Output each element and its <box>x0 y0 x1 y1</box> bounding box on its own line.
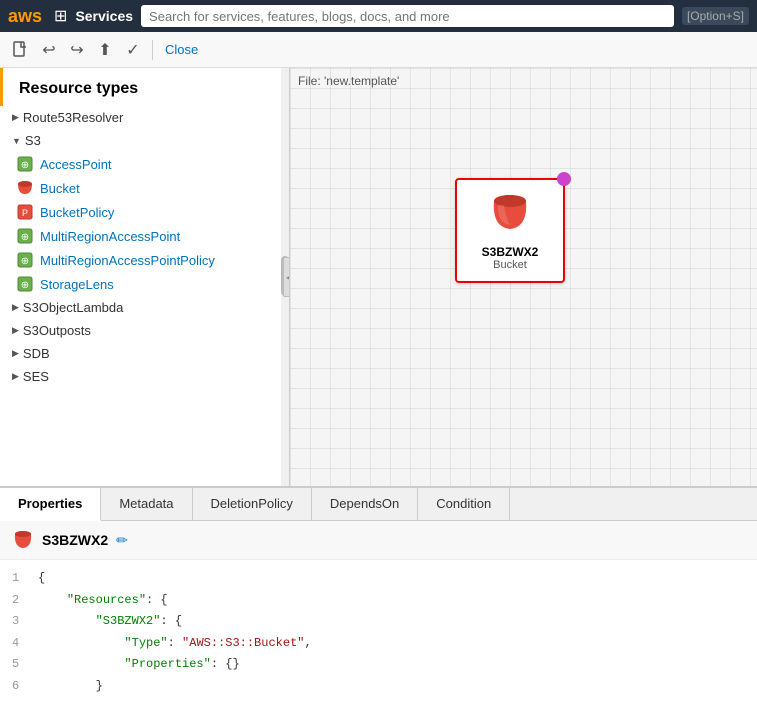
redo-icon[interactable]: ↪ <box>66 39 88 61</box>
bottom-panel: Properties Metadata DeletionPolicy Depen… <box>0 486 757 701</box>
resource-icon: ⊕ <box>16 155 34 173</box>
sidebar-group-label: SDB <box>23 346 50 361</box>
sidebar-item-accesspoint[interactable]: ⊕ AccessPoint <box>0 152 289 176</box>
sidebar-item-storagelens[interactable]: ⊕ StorageLens <box>0 272 289 296</box>
expand-icon: ▶ <box>12 302 19 313</box>
resource-header: S3BZWX2 ✏ <box>0 521 757 560</box>
sidebar-group-ses[interactable]: ▶ SES <box>0 365 289 388</box>
code-line-3: 3 "S3BZWX2": { <box>12 611 745 633</box>
sidebar-group-label: SES <box>23 369 49 384</box>
panel-content: S3BZWX2 ✏ 1 { 2 "Resources": { 3 "S3BZWX… <box>0 521 757 701</box>
item-label: BucketPolicy <box>40 205 114 220</box>
item-label: AccessPoint <box>40 157 112 172</box>
item-label: MultiRegionAccessPoint <box>40 229 180 244</box>
node-name: S3BZWX2 <box>482 245 539 259</box>
svg-text:⊕: ⊕ <box>21 280 29 291</box>
search-shortcut: [Option+S] <box>682 7 749 25</box>
edit-icon[interactable]: ✏ <box>116 532 128 549</box>
tabs-bar: Properties Metadata DeletionPolicy Depen… <box>0 488 757 521</box>
resource-icon: ⊕ <box>16 227 34 245</box>
upload-icon[interactable]: ⬆ <box>94 39 116 61</box>
code-line-1: 1 { <box>12 568 745 590</box>
sidebar-group-label: S3 <box>25 133 41 148</box>
resource-icon: ⊕ <box>16 275 34 293</box>
bucket-resource-icon <box>16 179 34 197</box>
sidebar-group-s3[interactable]: ▼ S3 <box>0 129 289 152</box>
svg-text:⊕: ⊕ <box>21 160 29 171</box>
services-button[interactable]: Services <box>75 8 133 24</box>
code-line-2: 2 "Resources": { <box>12 590 745 612</box>
grid-icon[interactable]: ⊞ <box>54 6 67 26</box>
code-line-4: 4 "Type": "AWS::S3::Bucket", <box>12 633 745 655</box>
canvas-area[interactable]: File: 'new.template' S3BZWX2 Bucket <box>290 68 757 486</box>
code-line-6: 6 } <box>12 676 745 698</box>
close-button[interactable]: Close <box>165 42 198 57</box>
sidebar-item-multiregionaccesspoint[interactable]: ⊕ MultiRegionAccessPoint <box>0 224 289 248</box>
svg-text:⊕: ⊕ <box>21 256 29 267</box>
sidebar-resize-handle[interactable] <box>283 257 290 297</box>
check-icon[interactable]: ✓ <box>122 39 144 61</box>
tab-metadata[interactable]: Metadata <box>101 488 192 520</box>
toolbar: ↩ ↪ ⬆ ✓ Close <box>0 32 757 68</box>
new-file-icon[interactable] <box>10 39 32 61</box>
sidebar-title: Resource types <box>0 68 289 106</box>
item-label: StorageLens <box>40 277 114 292</box>
sidebar-group-s3objectlambda[interactable]: ▶ S3ObjectLambda <box>0 296 289 319</box>
tab-condition[interactable]: Condition <box>418 488 510 520</box>
sidebar-group-label: S3Outposts <box>23 323 91 338</box>
tab-properties[interactable]: Properties <box>0 488 101 521</box>
sidebar-group-sdb[interactable]: ▶ SDB <box>0 342 289 365</box>
expand-icon: ▶ <box>12 348 19 359</box>
sidebar-group-s3outposts[interactable]: ▶ S3Outposts <box>0 319 289 342</box>
sidebar: Resource types ▶ Route53Resolver ▼ S3 ⊕ … <box>0 68 290 486</box>
resource-header-name: S3BZWX2 <box>42 532 108 548</box>
navbar: aws ⊞ Services [Option+S] <box>0 0 757 32</box>
code-line-5: 5 "Properties": {} <box>12 654 745 676</box>
tab-dependson[interactable]: DependsOn <box>312 488 418 520</box>
item-label: Bucket <box>40 181 80 196</box>
sidebar-item-bucketpolicy[interactable]: P BucketPolicy <box>0 200 289 224</box>
sidebar-group-route53resolver[interactable]: ▶ Route53Resolver <box>0 106 289 129</box>
sidebar-group-label: Route53Resolver <box>23 110 123 125</box>
bucket-icon-svg <box>486 191 534 239</box>
aws-logo: aws <box>8 6 42 27</box>
sidebar-group-label: S3ObjectLambda <box>23 300 123 315</box>
code-area: 1 { 2 "Resources": { 3 "S3BZWX2": { 4 "T… <box>0 560 757 701</box>
expand-icon: ▼ <box>12 136 21 146</box>
small-bucket-icon <box>12 529 34 551</box>
tab-deletionpolicy[interactable]: DeletionPolicy <box>193 488 312 520</box>
expand-icon: ▶ <box>12 325 19 336</box>
search-input[interactable] <box>141 5 674 27</box>
undo-icon[interactable]: ↩ <box>38 39 60 61</box>
sidebar-item-multiregionaccesspointpolicy[interactable]: ⊕ MultiRegionAccessPointPolicy <box>0 248 289 272</box>
node-dot <box>557 172 571 186</box>
expand-icon: ▶ <box>12 371 19 382</box>
resource-icon: P <box>16 203 34 221</box>
resource-icon: ⊕ <box>16 251 34 269</box>
main-layout: Resource types ▶ Route53Resolver ▼ S3 ⊕ … <box>0 68 757 486</box>
resource-node-s3bucket[interactable]: S3BZWX2 Bucket <box>455 178 565 283</box>
toolbar-divider <box>152 40 153 60</box>
small-bucket-svg <box>12 529 34 551</box>
expand-icon: ▶ <box>12 112 19 123</box>
svg-text:P: P <box>22 208 28 218</box>
canvas-filename: File: 'new.template' <box>298 74 399 88</box>
svg-text:⊕: ⊕ <box>21 232 29 243</box>
item-label: MultiRegionAccessPointPolicy <box>40 253 215 268</box>
node-type: Bucket <box>493 259 527 271</box>
sidebar-item-bucket[interactable]: Bucket <box>0 176 289 200</box>
code-line-7: 7 } <box>12 698 745 701</box>
